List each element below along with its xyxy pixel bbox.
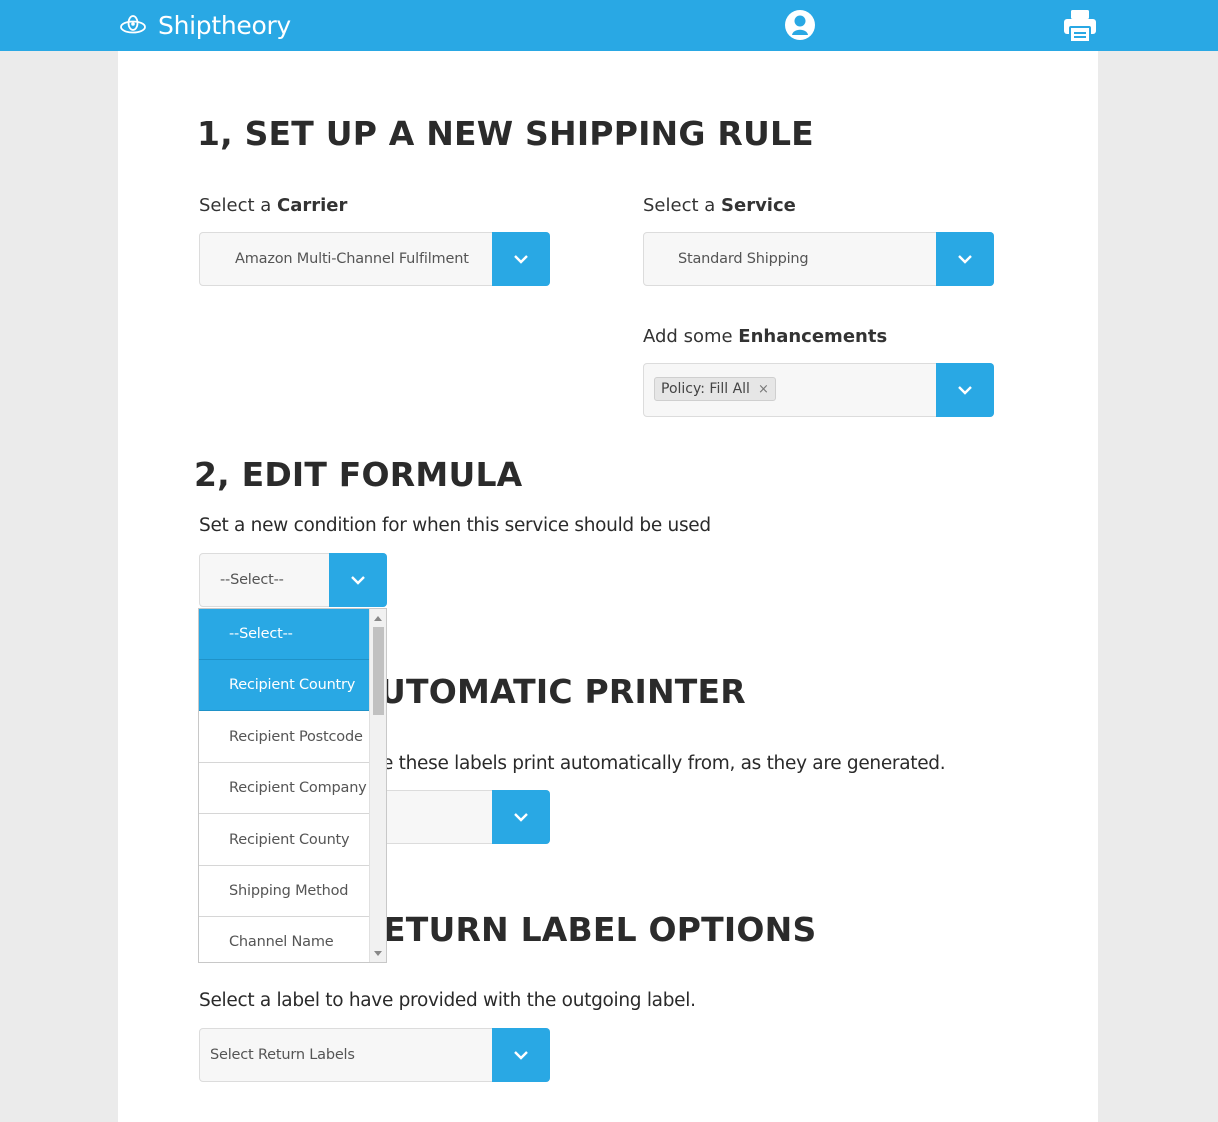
dropdown-option[interactable]: --Select-- bbox=[199, 609, 370, 660]
condition-select[interactable]: --Select-- bbox=[199, 553, 387, 607]
section-2-heading: 2, EDIT FORMULA bbox=[194, 455, 523, 494]
scroll-down-arrow-icon[interactable] bbox=[370, 946, 386, 960]
carrier-label-bold: Carrier bbox=[277, 195, 348, 216]
chevron-down-icon[interactable] bbox=[936, 232, 994, 286]
return-labels-select[interactable]: Select Return Labels bbox=[199, 1028, 550, 1082]
top-navbar: Shiptheory bbox=[0, 0, 1218, 51]
condition-label: Set a new condition for when this servic… bbox=[199, 515, 711, 536]
printer-icon[interactable] bbox=[1061, 7, 1099, 45]
service-label: Select a Service bbox=[643, 195, 796, 216]
enhancements-multiselect[interactable]: Policy: Fill All × bbox=[643, 363, 994, 417]
enhancements-label: Add some Enhancements bbox=[643, 326, 887, 347]
section-3-heading: UTOMATIC PRINTER bbox=[379, 672, 746, 711]
service-label-bold: Service bbox=[721, 195, 796, 216]
chevron-down-icon[interactable] bbox=[329, 553, 387, 607]
enhancement-tag: Policy: Fill All × bbox=[654, 377, 776, 401]
enhancement-tag-label: Policy: Fill All bbox=[661, 381, 750, 397]
shiptheory-logo-icon bbox=[120, 15, 146, 34]
carrier-select[interactable]: Amazon Multi-Channel Fulfilment bbox=[199, 232, 550, 286]
user-icon[interactable] bbox=[785, 10, 815, 40]
remove-tag-icon[interactable]: × bbox=[758, 382, 769, 397]
return-label-description: Select a label to have provided with the… bbox=[199, 990, 696, 1011]
service-select[interactable]: Standard Shipping bbox=[643, 232, 994, 286]
return-labels-value: Select Return Labels bbox=[210, 1047, 355, 1063]
service-select-value: Standard Shipping bbox=[678, 251, 809, 267]
dropdown-option[interactable]: Recipient Country bbox=[199, 660, 370, 711]
carrier-label: Select a Carrier bbox=[199, 195, 347, 216]
chevron-down-icon[interactable] bbox=[492, 1028, 550, 1082]
enhancements-label-bold: Enhancements bbox=[738, 326, 888, 347]
section-1-heading: 1, SET UP A NEW SHIPPING RULE bbox=[197, 114, 814, 153]
dropdown-option[interactable]: Shipping Method bbox=[199, 866, 370, 917]
carrier-label-prefix: Select a bbox=[199, 195, 278, 216]
chevron-down-icon[interactable] bbox=[936, 363, 994, 417]
dropdown-option[interactable]: Recipient County bbox=[199, 815, 370, 866]
dropdown-option[interactable]: Recipient Company bbox=[199, 763, 370, 814]
scroll-up-arrow-icon[interactable] bbox=[370, 611, 386, 625]
dropdown-scrollbar[interactable] bbox=[369, 609, 386, 962]
dropdown-option[interactable]: Recipient Postcode bbox=[199, 712, 370, 763]
dropdown-option[interactable]: Channel Name bbox=[199, 917, 370, 962]
enhancements-label-prefix: Add some bbox=[643, 326, 739, 347]
condition-dropdown-list[interactable]: --Select-- Recipient Country Recipient P… bbox=[198, 608, 387, 963]
chevron-down-icon[interactable] bbox=[492, 790, 550, 844]
brand-logo[interactable]: Shiptheory bbox=[118, 8, 291, 42]
service-label-prefix: Select a bbox=[643, 195, 722, 216]
section-4-heading: ETURN LABEL OPTIONS bbox=[383, 910, 817, 949]
scrollbar-thumb[interactable] bbox=[373, 627, 384, 715]
condition-select-value: --Select-- bbox=[220, 572, 284, 588]
printer-description: e these labels print automatically from,… bbox=[382, 753, 946, 774]
chevron-down-icon[interactable] bbox=[492, 232, 550, 286]
carrier-select-value: Amazon Multi-Channel Fulfilment bbox=[235, 251, 469, 267]
brand-name: Shiptheory bbox=[158, 10, 291, 40]
